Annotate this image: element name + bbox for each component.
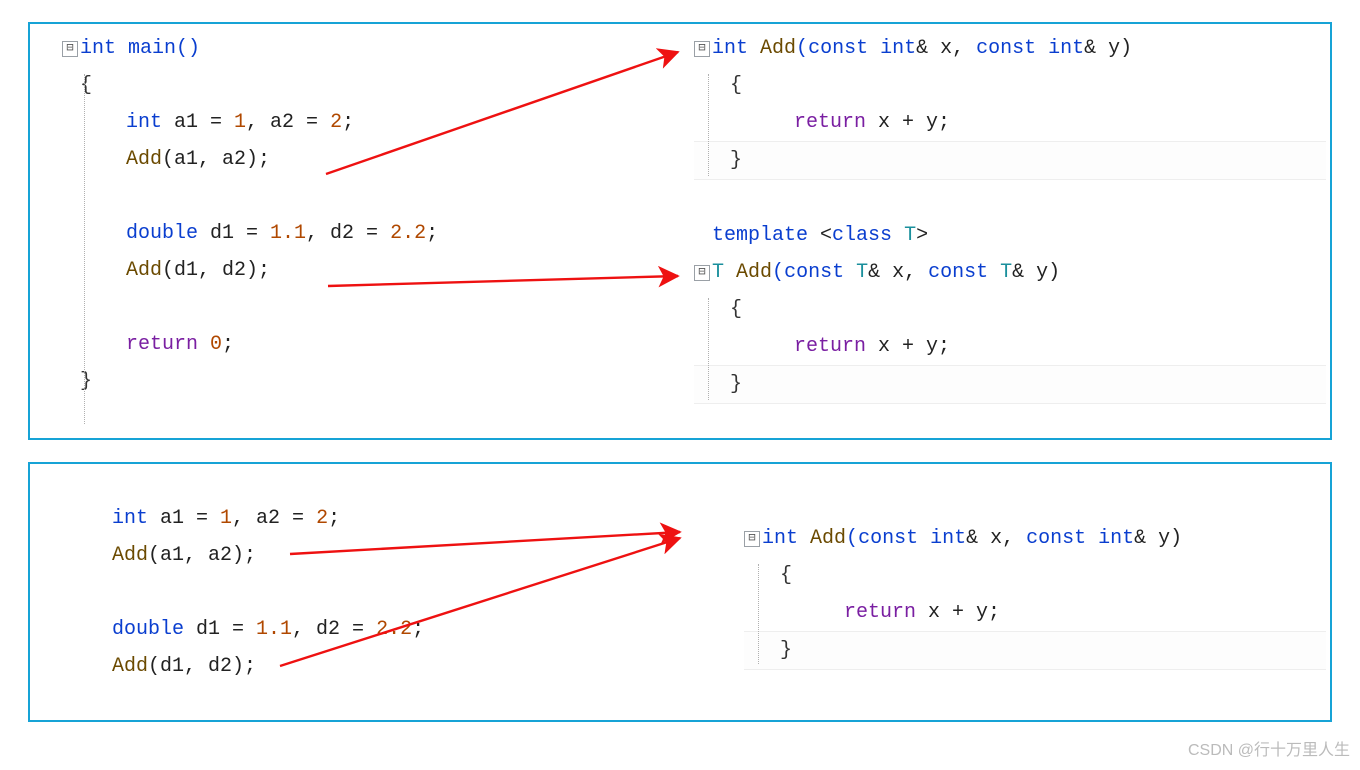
blank [62,178,682,215]
decl-double: double d1 = 1.1, d2 = 2.2; [62,215,682,252]
brace-close: } [62,363,682,400]
fold-icon[interactable]: ⊟ [694,41,710,57]
blank [112,574,732,611]
decl-double: double d1 = 1.1, d2 = 2.2; [112,611,732,648]
brace-close: } [694,365,1326,404]
panel-1: ⊟int main() { int a1 = 1, a2 = 2; Add(a1… [28,22,1332,440]
watermark: CSDN @行十万里人生 [1188,736,1350,766]
brace-open: { [62,67,682,104]
return-xy: return x + y; [744,594,1326,631]
code-left-2: int a1 = 1, a2 = 2; Add(a1, a2); double … [34,470,732,710]
decl-int: int a1 = 1, a2 = 2; [62,104,682,141]
code-right: ⊟int Add(const int& x, const int& y) { r… [682,30,1326,428]
fold-icon[interactable]: ⊟ [694,265,710,281]
template-decl: template <class T> [694,217,1326,254]
brace-close: } [744,631,1326,670]
main-signature: ⊟int main() [62,30,682,67]
decl-int: int a1 = 1, a2 = 2; [112,500,732,537]
template-add-signature: ⊟T Add(const T& x, const T& y) [694,254,1326,291]
brace-open: { [694,67,1326,104]
page: ⊟int main() { int a1 = 1, a2 = 2; Add(a1… [0,0,1360,770]
return-xy: return x + y; [694,328,1326,365]
brace-close: } [694,141,1326,180]
code-right-2: ⊟int Add(const int& x, const int& y) { r… [732,470,1326,710]
call-add-int: Add(a1, a2); [62,141,682,178]
int-add-signature: ⊟int Add(const int& x, const int& y) [744,520,1326,557]
brace-open: { [694,291,1326,328]
code-main: ⊟int main() { int a1 = 1, a2 = 2; Add(a1… [34,30,682,428]
fold-icon[interactable]: ⊟ [744,531,760,547]
blank [694,180,1326,217]
return-stmt: return 0; [62,326,682,363]
fold-icon[interactable]: ⊟ [62,41,78,57]
blank [62,289,682,326]
brace-open: { [744,557,1326,594]
call-add-double: Add(d1, d2); [62,252,682,289]
call-add-double: Add(d1, d2); [112,648,732,685]
return-xy: return x + y; [694,104,1326,141]
int-add-signature: ⊟int Add(const int& x, const int& y) [694,30,1326,67]
panel-2: int a1 = 1, a2 = 2; Add(a1, a2); double … [28,462,1332,722]
call-add-int: Add(a1, a2); [112,537,732,574]
